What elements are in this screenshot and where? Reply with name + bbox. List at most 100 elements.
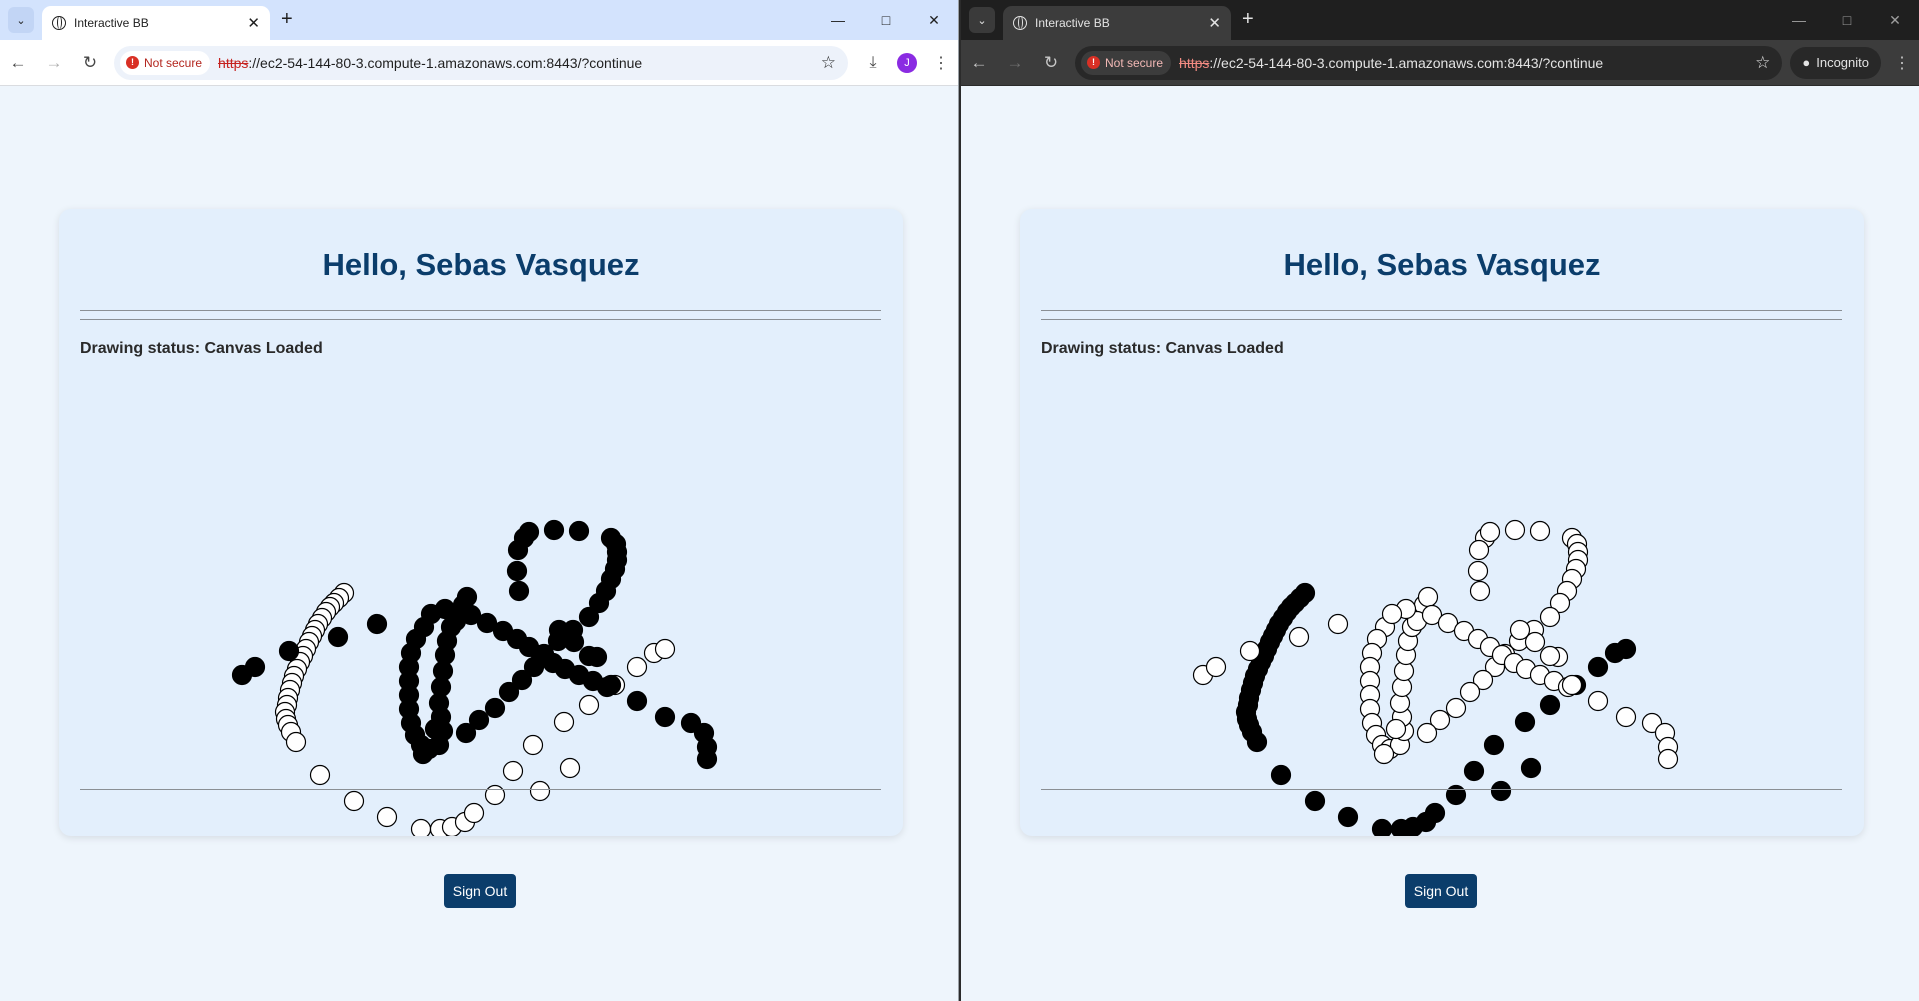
stroke-dot-black	[1424, 802, 1446, 824]
drawing-canvas[interactable]	[1020, 209, 1864, 836]
stroke-dot-white	[1615, 706, 1637, 728]
stroke-dot-black	[543, 519, 565, 541]
stroke-dot-black	[600, 674, 622, 696]
browser-window-left: ⌄ Interactive BB ✕ + — □ ✕ ← → ↻ ! Not s…	[0, 0, 959, 1001]
stroke-dot-white	[1587, 690, 1609, 712]
close-window-icon[interactable]: ✕	[910, 0, 958, 40]
drawing-card: Hello, Sebas Vasquez Drawing status: Can…	[59, 209, 903, 836]
incognito-icon: ●	[1802, 55, 1811, 70]
security-chip[interactable]: ! Not secure	[1081, 50, 1172, 75]
stroke-dot-white	[1509, 619, 1531, 641]
security-chip[interactable]: ! Not secure	[120, 50, 211, 75]
minimize-icon[interactable]: —	[1775, 0, 1823, 40]
drawing-canvas[interactable]	[59, 209, 903, 836]
stroke-dot-black	[412, 743, 434, 765]
stroke-dot-white	[1561, 674, 1583, 696]
stroke-dot-white	[1504, 519, 1526, 541]
stroke-dot-white	[502, 760, 524, 782]
bookmark-star-icon[interactable]: ☆	[1755, 53, 1770, 73]
globe-icon	[52, 16, 66, 30]
stroke-dot-white	[1539, 606, 1561, 628]
stroke-dot-white	[1288, 626, 1310, 648]
incognito-badge[interactable]: ● Incognito	[1790, 46, 1881, 79]
tab-title: Interactive BB	[1035, 16, 1110, 30]
stroke-dot-black	[455, 722, 477, 744]
back-icon[interactable]: ←	[0, 45, 36, 81]
forward-icon[interactable]: →	[997, 45, 1033, 81]
browser-tab[interactable]: Interactive BB ✕	[42, 6, 270, 40]
stroke-dot-black	[498, 681, 520, 703]
stroke-dot-black	[244, 656, 266, 678]
stroke-dot-white	[343, 790, 365, 812]
browser-toolbar: ← → ↻ ! Not secure https://ec2-54-144-80…	[0, 40, 958, 86]
stroke-dot-black	[1587, 656, 1609, 678]
stroke-dot-white	[1239, 640, 1261, 662]
maximize-icon[interactable]: □	[862, 0, 910, 40]
stroke-dot-black	[578, 606, 600, 628]
stroke-dot-black	[518, 521, 540, 543]
stroke-dot-white	[1417, 586, 1439, 608]
reload-icon[interactable]: ↻	[72, 45, 108, 81]
menu-kebab-icon[interactable]: ⋮	[924, 46, 958, 80]
stroke-dot-black	[654, 706, 676, 728]
back-icon[interactable]: ←	[961, 45, 997, 81]
stroke-dot-black	[484, 697, 506, 719]
stroke-dot-white	[376, 806, 398, 828]
stroke-dot-white	[309, 764, 331, 786]
menu-kebab-icon[interactable]: ⋮	[1885, 46, 1919, 80]
bookmark-star-icon[interactable]: ☆	[821, 53, 836, 73]
window-controls: — □ ✕	[814, 0, 958, 40]
stroke-dot-black	[424, 718, 446, 740]
stroke-dot-black	[508, 580, 530, 602]
stroke-dot-black	[1337, 806, 1359, 828]
stroke-dot-white	[410, 818, 432, 836]
stroke-dot-white	[1327, 613, 1349, 635]
profile-button[interactable]: J	[890, 46, 924, 80]
stroke-dot-white	[522, 734, 544, 756]
chevron-down-icon: ⌄	[977, 14, 987, 27]
stroke-dot-white	[1373, 743, 1395, 765]
close-tab-icon[interactable]: ✕	[247, 16, 260, 31]
sign-out-button[interactable]: Sign Out	[1405, 874, 1477, 908]
new-tab-button[interactable]: +	[281, 8, 293, 30]
stroke-dot-white	[559, 757, 581, 779]
chevron-down-icon: ⌄	[16, 14, 26, 27]
stroke-dot-white	[1459, 681, 1481, 703]
stroke-dot-white	[1381, 603, 1403, 625]
avatar: J	[897, 52, 917, 73]
stroke-dot-black	[507, 539, 529, 561]
stroke-dot-white	[578, 694, 600, 716]
divider	[1041, 789, 1842, 790]
download-icon[interactable]: ⤓	[856, 46, 890, 80]
close-window-icon[interactable]: ✕	[1871, 0, 1919, 40]
forward-icon[interactable]: →	[36, 45, 72, 81]
new-tab-button[interactable]: +	[1242, 8, 1254, 30]
stroke-dot-white	[553, 711, 575, 733]
browser-window-right: ⌄ Interactive BB ✕ + — □ ✕ ← → ↻ ! Not s…	[961, 0, 1919, 1001]
stroke-dot-black	[506, 560, 528, 582]
minimize-icon[interactable]: —	[814, 0, 862, 40]
address-bar[interactable]: ! Not secure https://ec2-54-144-80-3.com…	[114, 45, 848, 80]
tab-search-button[interactable]: ⌄	[969, 7, 995, 33]
url-text[interactable]: https://ec2-54-144-80-3.compute-1.amazon…	[1179, 55, 1749, 71]
stroke-dot-white	[626, 656, 648, 678]
sign-out-button[interactable]: Sign Out	[444, 874, 516, 908]
address-bar[interactable]: ! Not secure https://ec2-54-144-80-3.com…	[1075, 45, 1783, 80]
stroke-dot-black	[1483, 734, 1505, 756]
tab-strip: ⌄ Interactive BB ✕ + — □ ✕	[961, 0, 1919, 40]
security-label: Not secure	[1105, 55, 1164, 70]
close-tab-icon[interactable]: ✕	[1208, 16, 1221, 31]
reload-icon[interactable]: ↻	[1033, 45, 1069, 81]
security-label: Not secure	[144, 55, 203, 70]
stroke-dot-white	[1529, 520, 1551, 542]
url-text[interactable]: https://ec2-54-144-80-3.compute-1.amazon…	[218, 55, 815, 71]
stroke-dot-white	[285, 731, 307, 753]
tab-search-button[interactable]: ⌄	[8, 7, 34, 33]
maximize-icon[interactable]: □	[1823, 0, 1871, 40]
screen: ⌄ Interactive BB ✕ + — □ ✕ ← → ↻ ! Not s…	[0, 0, 1919, 1001]
stroke-dot-black	[366, 613, 388, 635]
stroke-dot-black	[327, 626, 349, 648]
drawing-card: Hello, Sebas Vasquez Drawing status: Can…	[1020, 209, 1864, 836]
tab-strip: ⌄ Interactive BB ✕ + — □ ✕	[0, 0, 958, 40]
browser-tab[interactable]: Interactive BB ✕	[1003, 6, 1231, 40]
